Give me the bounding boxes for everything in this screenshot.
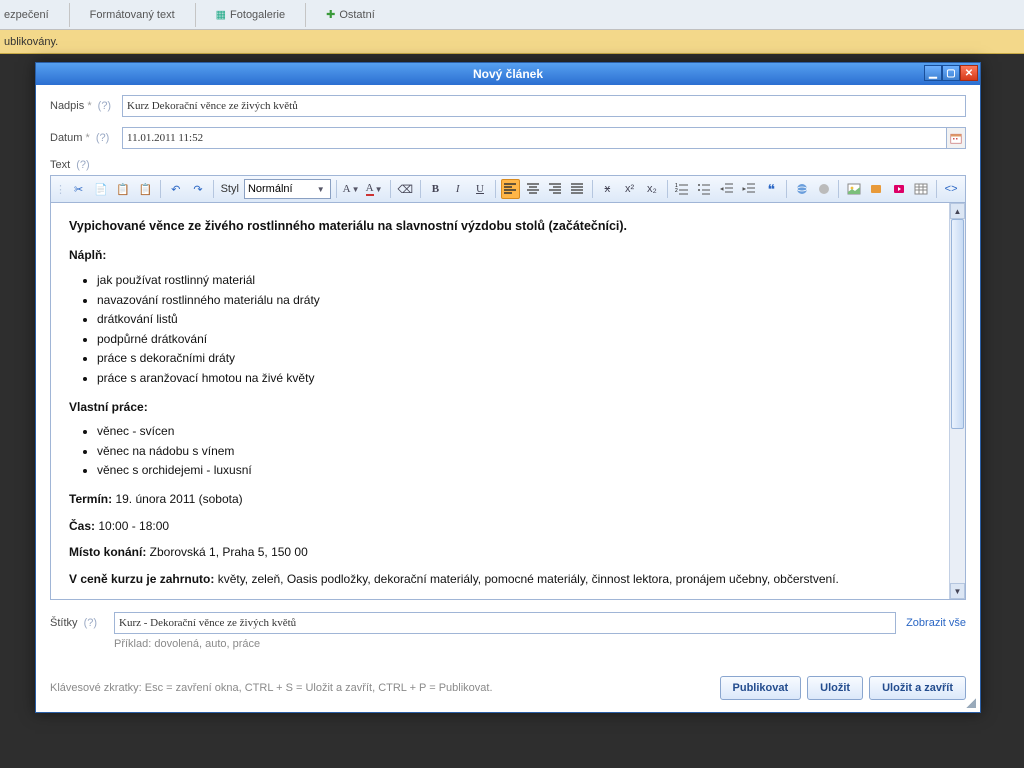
show-all-link[interactable]: Zobrazit vše [906, 617, 966, 629]
titlebar[interactable]: Nový článek ▁ ▢ ✕ [36, 63, 980, 85]
editor-toolbar: ⋮ ✂ 📄 📋 📋 ↶ ↷ Styl Normální▼ A▼ A▼ ⌫ B I [51, 176, 965, 203]
label-stitky: Štítky (?) [50, 617, 114, 629]
modal-title: Nový článek [473, 67, 543, 81]
unlink-icon[interactable] [814, 179, 833, 199]
clear-format-icon[interactable]: ⌫ [396, 179, 415, 199]
row-doporuceni: Doporučení: Přepravní obal na odnesení h… [69, 596, 931, 599]
bold-icon[interactable]: B [426, 179, 445, 199]
scroll-up-icon[interactable]: ▲ [950, 203, 965, 219]
source-icon[interactable]: <> [941, 179, 960, 199]
bg-banner: ublikovány. [0, 30, 1024, 54]
calendar-icon[interactable] [946, 127, 966, 149]
paste-icon[interactable]: 📋 [114, 179, 133, 199]
section-napln: Náplň: [69, 246, 931, 265]
label-datum: Datum * (?) [50, 132, 122, 144]
row-cena: V ceně kurzu je zahrnuto: květy, zeleň, … [69, 570, 931, 589]
blockquote-icon[interactable]: ❝ [762, 179, 781, 199]
row-misto: Místo konání: Zborovská 1, Praha 5, 150 … [69, 543, 931, 562]
row-cas: Čas: 10:00 - 18:00 [69, 517, 931, 536]
subscript-icon[interactable]: x₂ [642, 179, 661, 199]
napln-list: jak používat rostlinný materiál navazová… [97, 271, 931, 388]
help-icon[interactable]: (?) [98, 100, 111, 112]
save-button[interactable]: Uložit [807, 676, 863, 700]
redo-icon[interactable]: ↷ [188, 179, 207, 199]
modal-new-article: Nový článek ▁ ▢ ✕ Nadpis * (?) Datum * (… [35, 62, 981, 713]
minimize-button[interactable]: ▁ [924, 65, 942, 81]
table-icon[interactable] [911, 179, 930, 199]
format-select[interactable]: Normální▼ [244, 179, 331, 199]
align-right-icon[interactable] [545, 179, 564, 199]
help-icon[interactable]: (?) [96, 132, 109, 144]
editor-content[interactable]: Vypichované věnce ze živého rostlinného … [51, 203, 949, 599]
save-close-button[interactable]: Uložit a zavřít [869, 676, 966, 700]
nadpis-input[interactable] [122, 95, 966, 117]
tags-input[interactable] [114, 612, 896, 634]
row-termin: Termín: 19. února 2011 (sobota) [69, 490, 931, 509]
align-left-icon[interactable] [501, 179, 520, 199]
publish-button[interactable]: Publikovat [720, 676, 802, 700]
ribbon-item[interactable]: ✚ Ostatní [326, 8, 375, 21]
style-label: Styl [221, 183, 239, 195]
close-button[interactable]: ✕ [960, 65, 978, 81]
svg-text:2: 2 [675, 188, 678, 194]
outdent-icon[interactable] [717, 179, 736, 199]
align-center-icon[interactable] [523, 179, 542, 199]
italic-icon[interactable]: I [448, 179, 467, 199]
bg-ribbon: ezpečení Formátovaný text ▦ Fotogalerie … [0, 0, 1024, 30]
ribbon-item[interactable]: ezpečení [4, 9, 49, 21]
shortcut-hint: Klávesové zkratky: Esc = zavření okna, C… [50, 682, 714, 694]
superscript-icon[interactable]: x² [620, 179, 639, 199]
editor-scrollbar[interactable]: ▲ ▼ [949, 203, 965, 599]
resize-grip-icon[interactable] [964, 696, 976, 708]
paste-special-icon[interactable]: 📋 [136, 179, 155, 199]
ordered-list-icon[interactable]: 12 [673, 179, 692, 199]
label-nadpis: Nadpis * (?) [50, 100, 122, 112]
link-icon[interactable] [792, 179, 811, 199]
media-icon[interactable] [867, 179, 886, 199]
section-vlastni: Vlastní práce: [69, 398, 931, 417]
video-icon[interactable] [889, 179, 908, 199]
scroll-down-icon[interactable]: ▼ [950, 583, 965, 599]
underline-icon[interactable]: U [470, 179, 489, 199]
fontsize-icon[interactable]: A▼ [342, 179, 362, 199]
content-heading: Vypichované věnce ze živého rostlinného … [69, 217, 931, 236]
help-icon[interactable]: (?) [76, 159, 89, 171]
fontcolor-icon[interactable]: A▼ [365, 179, 385, 199]
rich-text-editor: ⋮ ✂ 📄 📋 📋 ↶ ↷ Styl Normální▼ A▼ A▼ ⌫ B I [50, 175, 966, 600]
cut-icon[interactable]: ✂ [69, 179, 88, 199]
maximize-button[interactable]: ▢ [942, 65, 960, 81]
datum-input[interactable] [122, 127, 946, 149]
label-text: Text (?) [50, 159, 122, 171]
copy-icon[interactable]: 📄 [91, 179, 110, 199]
undo-icon[interactable]: ↶ [166, 179, 185, 199]
ribbon-item[interactable]: ▦ Fotogalerie [216, 8, 285, 21]
indent-icon[interactable] [739, 179, 758, 199]
help-icon[interactable]: (?) [84, 617, 97, 629]
vlastni-list: věnec - svícen věnec na nádobu s vínem v… [97, 422, 931, 480]
ribbon-item[interactable]: Formátovaný text [90, 9, 175, 21]
align-justify-icon[interactable] [567, 179, 586, 199]
unordered-list-icon[interactable] [695, 179, 714, 199]
tags-hint: Příklad: dovolená, auto, práce [114, 638, 966, 650]
scroll-thumb[interactable] [951, 219, 964, 429]
strike-icon[interactable]: x [598, 179, 617, 199]
image-icon[interactable] [844, 179, 863, 199]
